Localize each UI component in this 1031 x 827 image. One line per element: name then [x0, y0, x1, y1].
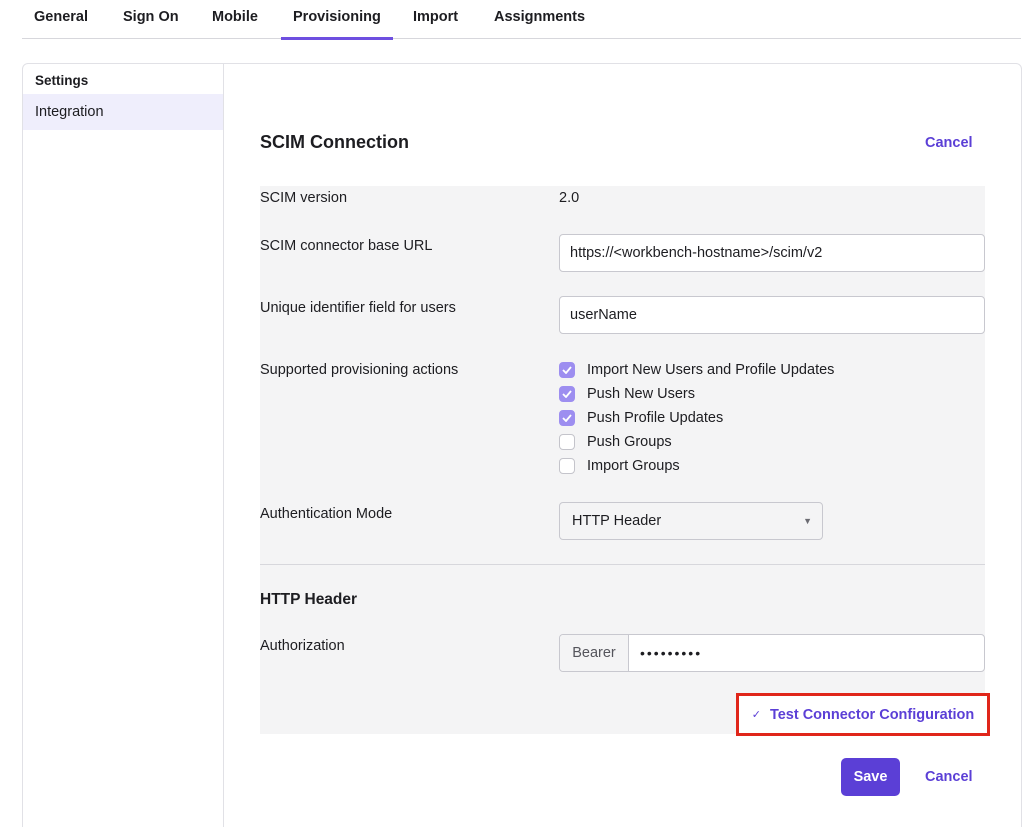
checkbox-label: Import Groups [587, 458, 680, 474]
checkbox-label: Push New Users [587, 386, 695, 402]
tab-sign-on[interactable]: Sign On [123, 0, 179, 39]
base-url-input[interactable]: https://<workbench-hostname>/scim/v2 [559, 234, 985, 272]
action-checkbox-push-groups[interactable]: Push Groups [559, 432, 672, 452]
tab-assignments[interactable]: Assignments [494, 0, 585, 39]
action-checkbox-push-users[interactable]: Push New Users [559, 384, 695, 404]
unique-id-input[interactable]: userName [559, 296, 985, 334]
cancel-link-bottom[interactable]: Cancel [925, 769, 973, 785]
test-connector-label: Test Connector Configuration [769, 706, 975, 723]
checkbox-icon [559, 386, 575, 402]
sidebar-item-integration[interactable]: Integration [23, 94, 223, 130]
checkbox-icon [559, 458, 575, 474]
authorization-field: Bearer ••••••••• [559, 634, 985, 672]
tab-provisioning[interactable]: Provisioning [281, 0, 393, 40]
tab-import[interactable]: Import [413, 0, 458, 39]
save-button[interactable]: Save [841, 758, 900, 796]
authorization-label: Authorization [260, 638, 345, 654]
tab-bar: General Sign On Mobile Provisioning Impo… [22, 0, 1021, 40]
base-url-label: SCIM connector base URL [260, 238, 433, 254]
checkbox-label: Push Groups [587, 434, 672, 450]
checkbox-icon [559, 362, 575, 378]
section-divider [260, 564, 985, 565]
auth-mode-select[interactable]: HTTP Header ▼ [559, 502, 823, 540]
tab-general[interactable]: General [34, 0, 88, 39]
authorization-token-input[interactable]: ••••••••• [629, 635, 984, 671]
sidebar-title: Settings [35, 73, 89, 88]
action-checkbox-import-users[interactable]: Import New Users and Profile Updates [559, 360, 834, 380]
provisioning-actions-label: Supported provisioning actions [260, 362, 459, 378]
http-header-title: HTTP Header [260, 591, 358, 608]
checkbox-icon [559, 434, 575, 450]
cancel-link-top[interactable]: Cancel [925, 135, 973, 151]
checkbox-label: Import New Users and Profile Updates [587, 362, 835, 378]
tab-mobile[interactable]: Mobile [212, 0, 258, 39]
scim-connection-title: SCIM Connection [260, 132, 409, 152]
action-checkbox-import-groups[interactable]: Import Groups [559, 456, 680, 476]
unique-id-label: Unique identifier field for users [260, 300, 456, 316]
bearer-prefix: Bearer [560, 635, 629, 671]
test-connector-button[interactable]: ✓ Test Connector Configuration [736, 693, 990, 736]
scim-version-value: 2.0 [559, 190, 580, 206]
settings-sidebar: Settings Integration [23, 64, 224, 827]
dropdown-caret-icon: ▼ [803, 516, 812, 526]
action-checkbox-push-profile[interactable]: Push Profile Updates [559, 408, 723, 428]
auth-mode-label: Authentication Mode [260, 506, 393, 522]
checkbox-icon [559, 410, 575, 426]
checkmark-icon: ✓ [751, 709, 761, 721]
checkbox-label: Push Profile Updates [587, 410, 724, 426]
scim-version-label: SCIM version [260, 190, 348, 206]
auth-mode-value: HTTP Header [572, 513, 662, 529]
